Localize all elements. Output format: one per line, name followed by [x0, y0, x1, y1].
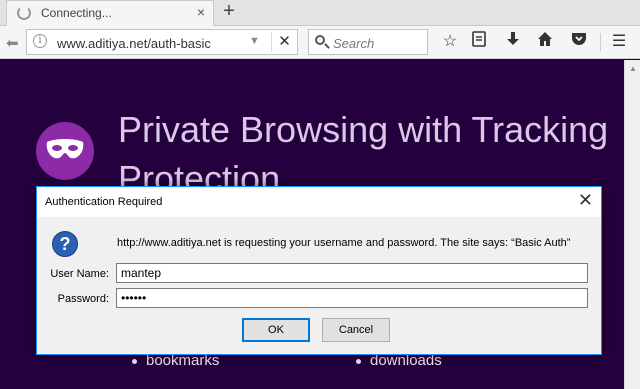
tab-close-button[interactable]: × — [197, 4, 205, 20]
url-text[interactable]: www.aditiya.net/auth-basic — [57, 36, 211, 51]
home-icon[interactable] — [534, 31, 556, 53]
page-scrollbar[interactable]: ▲ — [624, 60, 640, 389]
dialog-close-button[interactable]: ✕ — [578, 190, 593, 211]
tab-strip: Connecting... × + — [0, 0, 640, 26]
username-label: User Name: — [50, 268, 109, 280]
password-field[interactable]: •••••• — [116, 288, 588, 308]
bullet-icon — [356, 358, 361, 364]
dialog-message: http://www.aditiya.net is requesting you… — [117, 237, 571, 249]
reading-list-icon[interactable] — [468, 31, 490, 53]
password-label: Password: — [57, 293, 109, 305]
dialog-title: Authentication Required — [45, 196, 163, 208]
download-arrow-icon[interactable] — [502, 31, 524, 53]
browser-tab[interactable]: Connecting... × — [6, 0, 214, 26]
tab-title: Connecting... — [41, 6, 112, 20]
search-input[interactable]: Search — [308, 29, 428, 55]
back-arrow-icon[interactable]: ⬅ — [6, 34, 19, 52]
hamburger-menu-icon[interactable]: ☰ — [608, 31, 630, 53]
new-tab-button[interactable]: + — [219, 0, 239, 26]
scroll-up-icon[interactable]: ▲ — [629, 64, 637, 73]
private-browsing-mask-icon — [36, 122, 94, 180]
stop-button[interactable]: ✕ — [271, 32, 297, 52]
url-bar[interactable]: i www.aditiya.net/auth-basic ▼ ✕ — [26, 29, 298, 55]
chevron-down-icon[interactable]: ▼ — [249, 35, 260, 47]
bullet-icon — [132, 358, 137, 364]
dialog-titlebar: Authentication Required ✕ — [37, 187, 601, 217]
ok-button[interactable]: OK — [242, 318, 310, 342]
pocket-icon[interactable] — [568, 31, 590, 53]
loading-spinner-icon — [17, 6, 31, 20]
cancel-button[interactable]: Cancel — [322, 318, 390, 342]
question-icon: ? — [52, 231, 78, 257]
info-icon[interactable]: i — [33, 34, 47, 48]
navigation-toolbar: ⬅ i www.aditiya.net/auth-basic ▼ ✕ Searc… — [0, 26, 640, 59]
username-field[interactable]: mantep — [116, 263, 588, 283]
star-icon[interactable]: ☆ — [439, 31, 461, 53]
toolbar-separator — [600, 33, 601, 51]
search-icon — [315, 35, 325, 45]
authentication-dialog: Authentication Required ✕ ? http://www.a… — [36, 186, 602, 355]
search-placeholder: Search — [333, 36, 375, 51]
